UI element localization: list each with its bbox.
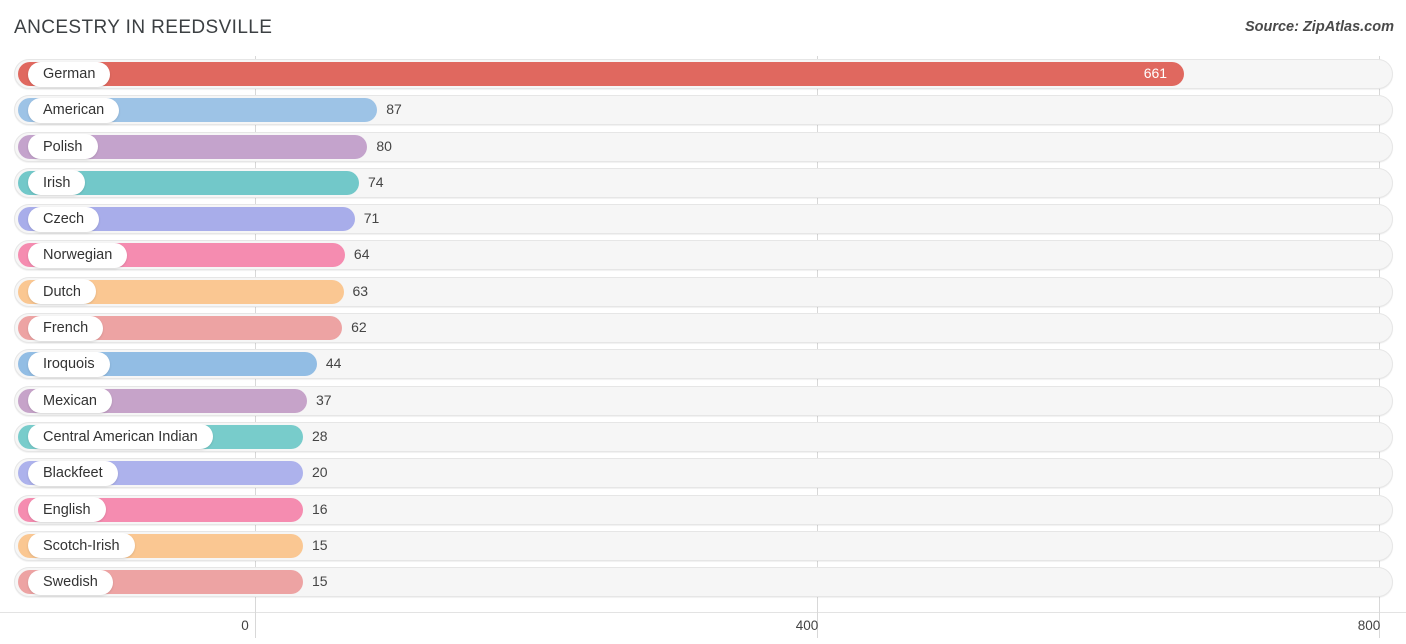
bar-row[interactable]: American 87 xyxy=(0,92,1406,128)
bar-label-pill[interactable]: American xyxy=(28,97,120,123)
bar-value: 87 xyxy=(386,101,402,118)
bar-row[interactable]: Norwegian 64 xyxy=(0,237,1406,273)
bar-value: 15 xyxy=(312,536,328,553)
bar-label-pill[interactable]: Dutch xyxy=(28,279,96,305)
bar-row[interactable]: French 62 xyxy=(0,310,1406,346)
tick-label-400: 400 xyxy=(795,618,819,633)
bar-value: 71 xyxy=(363,210,380,227)
bar-row[interactable]: Blackfeet 20 xyxy=(0,455,1406,491)
bar-label-pill[interactable]: Swedish xyxy=(28,569,113,595)
tick-mark-0 xyxy=(255,612,256,638)
bar-label-pill[interactable]: Blackfeet xyxy=(28,460,118,486)
tick-label-0: 0 xyxy=(241,618,249,633)
bar-row[interactable]: Czech 71 xyxy=(0,201,1406,237)
bar-label-pill[interactable]: German xyxy=(28,61,111,87)
bar-label-pill[interactable]: Scotch-Irish xyxy=(28,533,135,559)
bar-row[interactable]: Mexican 37 xyxy=(0,383,1406,419)
bar-row[interactable]: Swedish 15 xyxy=(0,564,1406,600)
source-attribution: Source: ZipAtlas.com xyxy=(1244,19,1394,35)
bar[interactable] xyxy=(18,62,1184,86)
bar-row[interactable]: English 16 xyxy=(0,492,1406,528)
bar-value: 16 xyxy=(312,500,328,517)
bar-label-pill[interactable]: Polish xyxy=(28,134,98,160)
chart-header: ANCESTRY IN REEDSVILLE Source: ZipAtlas.… xyxy=(0,0,1406,56)
bar-value: 44 xyxy=(325,355,342,372)
bar-value: 63 xyxy=(352,282,369,299)
bar-row[interactable]: Dutch 63 xyxy=(0,274,1406,310)
bar-label-pill[interactable]: Iroquois xyxy=(28,351,110,377)
tick-label-800: 800 xyxy=(1357,618,1381,633)
bar-row[interactable]: German 661 xyxy=(0,56,1406,92)
bar-row[interactable]: Iroquois 44 xyxy=(0,346,1406,382)
bar-value: 80 xyxy=(376,137,392,154)
bar-value: 20 xyxy=(312,464,328,481)
axis-line xyxy=(0,612,1406,613)
bar-value-inside: 661 xyxy=(1143,65,1168,81)
bar-row[interactable]: Central American Indian 28 xyxy=(0,419,1406,455)
bar-label-pill[interactable]: French xyxy=(28,315,104,341)
bar-label-pill[interactable]: Irish xyxy=(28,170,86,196)
bar-value: 74 xyxy=(367,173,384,190)
bar-label-pill[interactable]: Czech xyxy=(28,206,100,232)
bar-label-pill[interactable]: Central American Indian xyxy=(28,424,213,450)
bar-label-pill[interactable]: Norwegian xyxy=(28,242,128,268)
bar-row[interactable]: Polish 80 xyxy=(0,129,1406,165)
page-title: ANCESTRY IN REEDSVILLE xyxy=(14,17,273,38)
bar-value: 37 xyxy=(315,391,332,408)
bar-value: 15 xyxy=(312,573,328,590)
chart-plot-area: German 661 American 87 Polish 80 Irish 74 Czech 7… xyxy=(0,56,1406,612)
bar-row[interactable]: Irish 74 xyxy=(0,165,1406,201)
bar-value: 62 xyxy=(351,319,367,336)
bar-row[interactable]: Scotch-Irish 15 xyxy=(0,528,1406,564)
bar-label-pill[interactable]: Mexican xyxy=(28,388,112,414)
bar-rows: German 661 American 87 Polish 80 Irish 74 Czech 7… xyxy=(0,56,1406,600)
bar-value: 64 xyxy=(353,246,370,263)
bar-value: 28 xyxy=(312,427,328,444)
x-axis: 0 400 800 xyxy=(0,612,1406,644)
bar-label-pill[interactable]: English xyxy=(28,497,106,523)
